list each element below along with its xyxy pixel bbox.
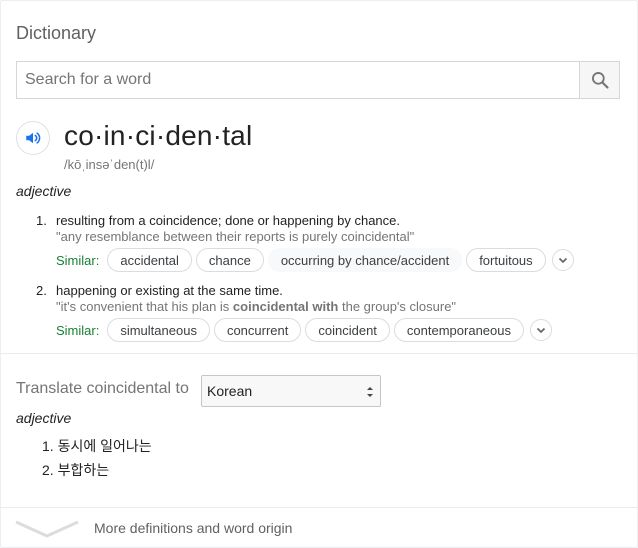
similar-chip[interactable]: chance — [195, 248, 264, 272]
example-highlight: coincidental with — [232, 299, 339, 314]
search-button[interactable] — [579, 62, 619, 98]
similar-chip[interactable]: coincident — [305, 318, 390, 342]
more-definitions-button[interactable]: More definitions and word origin — [0, 508, 638, 548]
similar-label: Similar: — [56, 252, 100, 268]
sense-example: "any resemblance between their reports i… — [56, 229, 415, 244]
similar-chip[interactable]: contemporaneous — [393, 318, 524, 342]
expand-similar-button[interactable] — [530, 319, 552, 341]
phonetic: /kōˌinsəˈden(t)l/ — [64, 157, 155, 172]
language-select[interactable]: Korean — [201, 375, 381, 407]
pronunciation-button[interactable] — [16, 121, 50, 155]
sense-number: 1. — [36, 213, 47, 228]
select-arrows-icon — [367, 387, 373, 397]
section-divider — [0, 353, 638, 354]
example-text: the group's closure" — [338, 299, 457, 314]
similar-label: Similar: — [56, 322, 100, 338]
translate-label: Translate coincidental to — [16, 380, 189, 397]
search-input[interactable] — [17, 62, 579, 98]
similar-chip[interactable]: accidental — [107, 248, 192, 272]
translation-number: 1. — [42, 438, 54, 454]
chevron-down-icon — [558, 257, 567, 264]
similar-row-1: Similar: accidental chance occurring by … — [56, 248, 574, 272]
sense-number: 2. — [36, 283, 47, 298]
translation-item: 1. 동시에 일어나는 — [42, 436, 152, 456]
language-selected: Korean — [207, 383, 253, 399]
example-text: "it's convenient that his plan is — [56, 299, 233, 314]
translation-part-of-speech: adjective — [16, 410, 72, 426]
more-definitions-label: More definitions and word origin — [94, 520, 293, 536]
similar-chip[interactable]: occurring by chance/accident — [267, 248, 463, 272]
card-title: Dictionary — [16, 23, 97, 43]
sense-definition: resulting from a coincidence; done or ha… — [56, 213, 400, 228]
search-icon — [591, 72, 609, 89]
chevron-down-icon — [15, 520, 79, 538]
translation-text: 동시에 일어나는 — [57, 438, 152, 454]
translation-number: 2. — [42, 462, 54, 478]
part-of-speech: adjective — [16, 183, 72, 199]
headword: co·in·ci·den·tal — [64, 120, 253, 151]
translation-item: 2. 부합하는 — [42, 460, 109, 480]
chevron-down-icon — [536, 327, 546, 334]
similar-chip[interactable]: fortuitous — [466, 248, 546, 272]
similar-chip[interactable]: simultaneous — [107, 318, 210, 342]
sense-example: "it's convenient that his plan is coinci… — [56, 299, 456, 314]
translation-text: 부합하는 — [57, 462, 110, 478]
expand-similar-button[interactable] — [551, 249, 574, 271]
speaker-icon — [26, 132, 41, 144]
sense-definition: happening or existing at the same time. — [56, 283, 283, 298]
similar-row-2: Similar: simultaneous concurrent coincid… — [56, 318, 552, 342]
similar-chip[interactable]: concurrent — [213, 318, 302, 342]
search-box — [16, 61, 620, 99]
